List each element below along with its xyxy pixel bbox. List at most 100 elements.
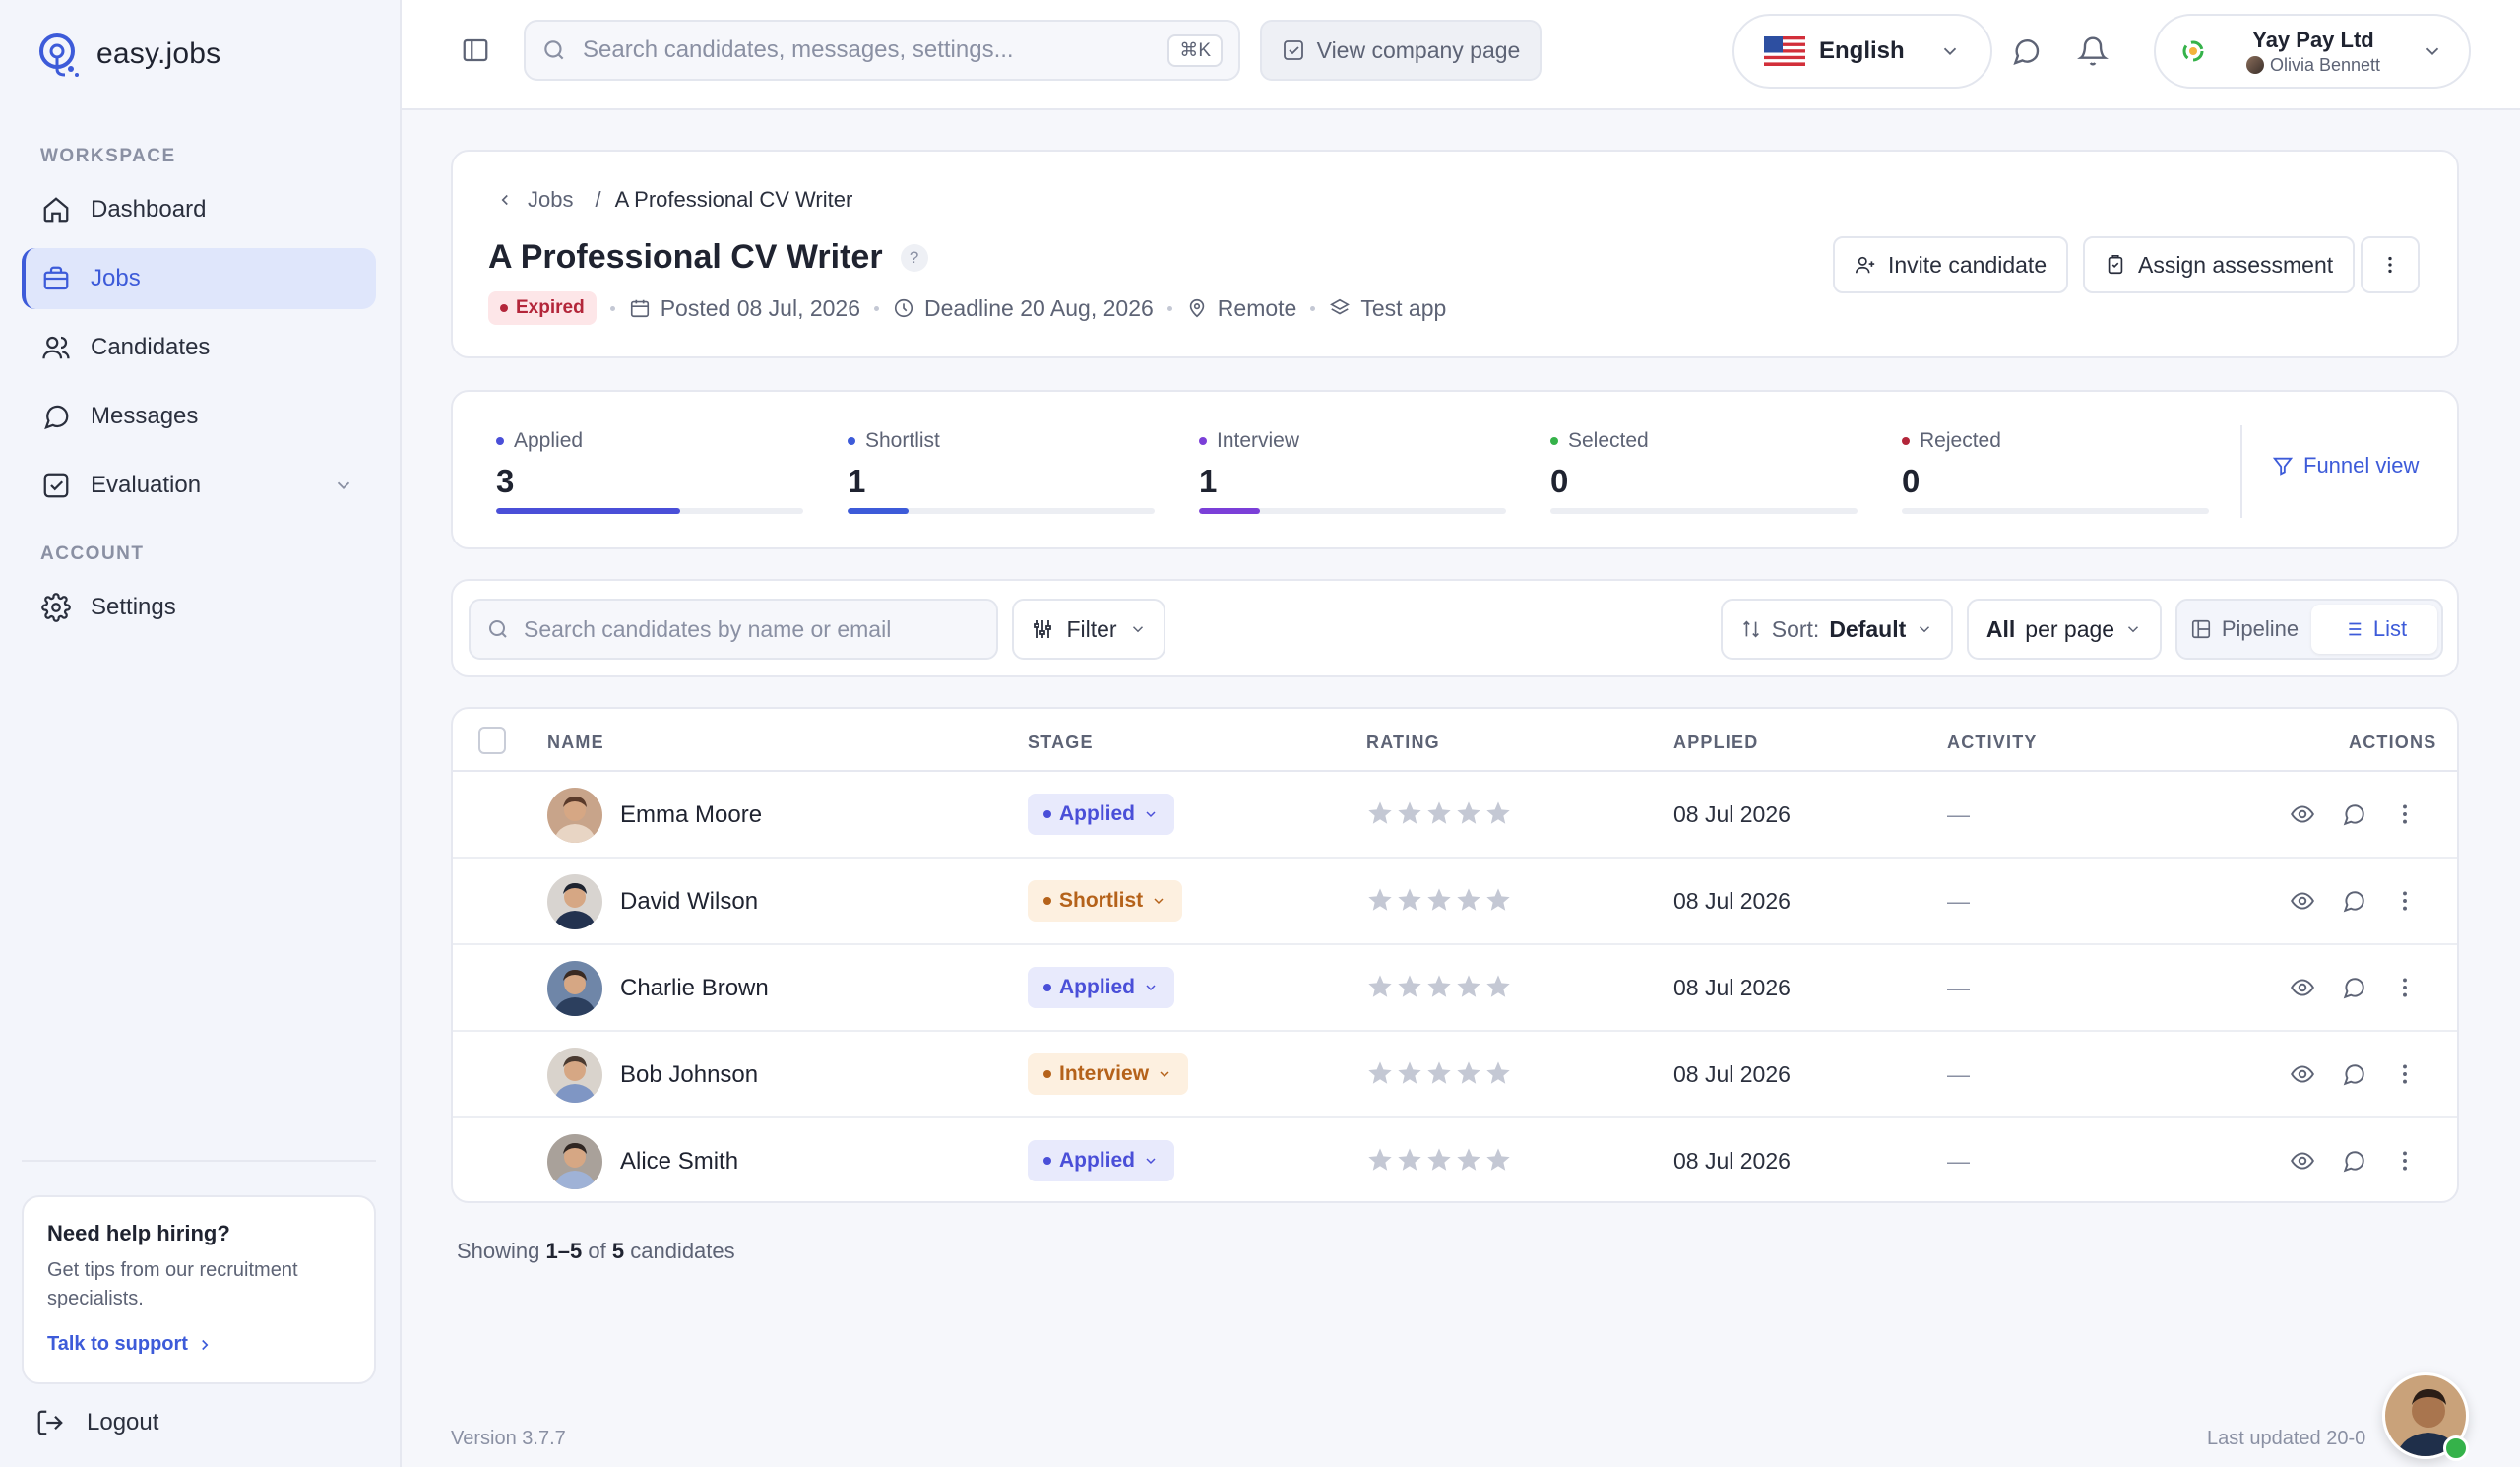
message-candidate-button[interactable] bbox=[2341, 975, 2366, 1000]
star-icon[interactable] bbox=[1366, 973, 1394, 1000]
select-all-checkbox[interactable] bbox=[478, 727, 506, 754]
view-candidate-button[interactable] bbox=[2290, 1061, 2315, 1087]
sidebar-item-messages[interactable]: Messages bbox=[22, 386, 376, 447]
view-candidate-button[interactable] bbox=[2290, 1148, 2315, 1174]
candidate-avatar[interactable] bbox=[547, 961, 602, 1016]
stat-interview[interactable]: Interview 1 bbox=[1199, 429, 1506, 514]
stat-selected[interactable]: Selected 0 bbox=[1550, 429, 1858, 514]
star-icon[interactable] bbox=[1484, 973, 1512, 1000]
candidate-search-input[interactable]: Search candidates by name or email bbox=[469, 599, 998, 660]
language-selector[interactable]: English bbox=[1732, 14, 1992, 89]
star-icon[interactable] bbox=[1366, 1059, 1394, 1087]
stat-rejected[interactable]: Rejected 0 bbox=[1902, 429, 2209, 514]
rating-stars[interactable] bbox=[1366, 886, 1512, 914]
message-candidate-button[interactable] bbox=[2341, 1148, 2366, 1174]
view-company-page-button[interactable]: View company page bbox=[1260, 20, 1542, 81]
star-icon[interactable] bbox=[1366, 799, 1394, 827]
candidate-avatar[interactable] bbox=[547, 788, 602, 843]
sort-dropdown[interactable]: Sort: Default bbox=[1721, 599, 1953, 660]
breadcrumb-jobs-link[interactable]: Jobs bbox=[528, 187, 573, 213]
table-row[interactable]: David Wilson Shortlist 08 Jul 2026 — bbox=[453, 859, 2457, 945]
rating-stars[interactable] bbox=[1366, 973, 1512, 1000]
table-row[interactable]: Alice Smith Applied 08 Jul 2026 — bbox=[453, 1118, 2457, 1201]
view-candidate-button[interactable] bbox=[2290, 975, 2315, 1000]
candidate-name[interactable]: David Wilson bbox=[620, 888, 758, 916]
candidate-name[interactable]: Alice Smith bbox=[620, 1148, 738, 1176]
more-options-button[interactable] bbox=[2361, 236, 2420, 293]
star-icon[interactable] bbox=[1396, 1146, 1423, 1174]
star-icon[interactable] bbox=[1396, 886, 1423, 914]
star-icon[interactable] bbox=[1396, 1059, 1423, 1087]
star-icon[interactable] bbox=[1455, 886, 1482, 914]
row-more-button[interactable] bbox=[2392, 888, 2418, 914]
row-more-button[interactable] bbox=[2392, 1148, 2418, 1174]
funnel-view-link[interactable]: Funnel view bbox=[2272, 453, 2419, 478]
star-icon[interactable] bbox=[1484, 1059, 1512, 1087]
star-icon[interactable] bbox=[1396, 973, 1423, 1000]
candidate-avatar[interactable] bbox=[547, 874, 602, 929]
notifications-button[interactable] bbox=[2077, 35, 2109, 67]
table-row[interactable]: Bob Johnson Interview 08 Jul 2026 — bbox=[453, 1032, 2457, 1118]
sidebar-item-evaluation[interactable]: Evaluation bbox=[22, 455, 376, 516]
sidebar-item-settings[interactable]: Settings bbox=[22, 577, 376, 638]
sidebar-toggle-button[interactable] bbox=[461, 35, 490, 65]
message-candidate-button[interactable] bbox=[2341, 888, 2366, 914]
stage-dropdown[interactable]: Applied bbox=[1028, 794, 1174, 835]
assign-assessment-button[interactable]: Assign assessment bbox=[2083, 236, 2356, 293]
col-applied-header[interactable]: APPLIED bbox=[1673, 733, 1758, 753]
stat-shortlist[interactable]: Shortlist 1 bbox=[848, 429, 1155, 514]
stage-dropdown[interactable]: Applied bbox=[1028, 967, 1174, 1008]
star-icon[interactable] bbox=[1484, 886, 1512, 914]
star-icon[interactable] bbox=[1455, 1146, 1482, 1174]
account-menu[interactable]: Yay Pay Ltd Olivia Bennett bbox=[2154, 14, 2471, 89]
star-icon[interactable] bbox=[1484, 1146, 1512, 1174]
candidate-avatar[interactable] bbox=[547, 1134, 602, 1189]
col-stage-header[interactable]: STAGE bbox=[1028, 733, 1094, 753]
sidebar-item-jobs[interactable]: Jobs bbox=[22, 248, 376, 309]
stage-dropdown[interactable]: Interview bbox=[1028, 1053, 1189, 1095]
table-row[interactable]: Charlie Brown Applied 08 Jul 2026 — bbox=[453, 945, 2457, 1032]
view-candidate-button[interactable] bbox=[2290, 801, 2315, 827]
sidebar-item-dashboard[interactable]: Dashboard bbox=[22, 179, 376, 240]
row-more-button[interactable] bbox=[2392, 1061, 2418, 1087]
sidebar-item-candidates[interactable]: Candidates bbox=[22, 317, 376, 378]
star-icon[interactable] bbox=[1425, 1059, 1453, 1087]
candidate-name[interactable]: Emma Moore bbox=[620, 801, 762, 829]
invite-candidate-button[interactable]: Invite candidate bbox=[1833, 236, 2069, 293]
table-row[interactable]: Emma Moore Applied 08 Jul 2026 — bbox=[453, 772, 2457, 859]
star-icon[interactable] bbox=[1484, 799, 1512, 827]
star-icon[interactable] bbox=[1396, 799, 1423, 827]
rating-stars[interactable] bbox=[1366, 799, 1512, 827]
rating-stars[interactable] bbox=[1366, 1146, 1512, 1174]
candidate-name[interactable]: Charlie Brown bbox=[620, 975, 769, 1002]
star-icon[interactable] bbox=[1425, 799, 1453, 827]
candidate-avatar[interactable] bbox=[547, 1048, 602, 1103]
message-candidate-button[interactable] bbox=[2341, 801, 2366, 827]
candidate-name[interactable]: Bob Johnson bbox=[620, 1061, 758, 1089]
star-icon[interactable] bbox=[1455, 1059, 1482, 1087]
star-icon[interactable] bbox=[1425, 1146, 1453, 1174]
view-candidate-button[interactable] bbox=[2290, 888, 2315, 914]
view-list-button[interactable]: List bbox=[2311, 605, 2437, 654]
row-more-button[interactable] bbox=[2392, 801, 2418, 827]
row-more-button[interactable] bbox=[2392, 975, 2418, 1000]
star-icon[interactable] bbox=[1455, 973, 1482, 1000]
global-search-input[interactable]: Search candidates, messages, settings...… bbox=[524, 20, 1240, 81]
talk-to-support-link[interactable]: Talk to support bbox=[47, 1333, 350, 1356]
col-name-header[interactable]: NAME bbox=[547, 733, 604, 753]
stage-dropdown[interactable]: Applied bbox=[1028, 1140, 1174, 1181]
stat-applied[interactable]: Applied 3 bbox=[496, 429, 803, 514]
star-icon[interactable] bbox=[1425, 973, 1453, 1000]
filter-button[interactable]: Filter bbox=[1012, 599, 1166, 660]
star-icon[interactable] bbox=[1425, 886, 1453, 914]
star-icon[interactable] bbox=[1366, 886, 1394, 914]
per-page-dropdown[interactable]: All per page bbox=[1967, 599, 2162, 660]
view-pipeline-button[interactable]: Pipeline bbox=[2181, 605, 2307, 654]
help-icon[interactable]: ? bbox=[900, 243, 928, 272]
star-icon[interactable] bbox=[1455, 799, 1482, 827]
stage-dropdown[interactable]: Shortlist bbox=[1028, 880, 1183, 922]
messages-button[interactable] bbox=[2010, 35, 2042, 67]
logout-button[interactable]: Logout bbox=[35, 1408, 158, 1437]
col-rating-header[interactable]: RATING bbox=[1366, 733, 1440, 753]
rating-stars[interactable] bbox=[1366, 1059, 1512, 1087]
